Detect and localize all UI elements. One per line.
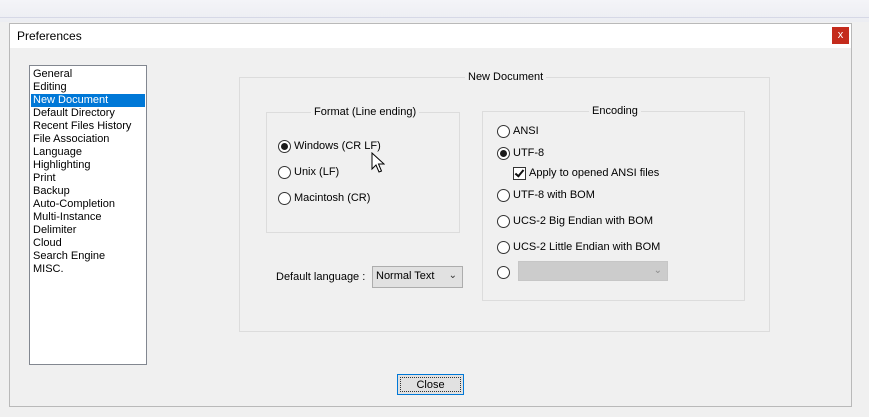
category-item-print[interactable]: Print [31,172,145,185]
encoding-group: Encoding ANSI UTF-8 Apply to opened ANSI… [482,105,745,301]
encoding-option-ucs2-be[interactable]: UCS-2 Big Endian with BOM [497,213,653,229]
encoding-ansi-label: ANSI [513,125,539,137]
encoding-ucs2-le-radio[interactable] [497,240,510,254]
category-list[interactable]: General Editing New Document Default Dir… [29,65,147,365]
category-item-file-association[interactable]: File Association [31,133,145,146]
background-divider [0,17,869,18]
format-group: Format (Line ending) Windows (CR LF) Uni… [266,106,460,233]
category-item-misc[interactable]: MISC. [31,263,145,276]
format-windows-radio[interactable] [278,139,291,153]
chevron-down-icon: ⌄ [653,265,662,276]
title-bar: Preferences x [10,24,851,48]
format-option-windows[interactable]: Windows (CR LF) [278,138,381,154]
format-macintosh-label: Macintosh (CR) [294,192,371,204]
format-macintosh-radio[interactable] [278,191,291,205]
category-item-highlighting[interactable]: Highlighting [31,159,145,172]
encoding-group-title: Encoding [589,105,641,118]
encoding-ansi-radio[interactable] [497,124,510,138]
category-item-auto-completion[interactable]: Auto-Completion [31,198,145,211]
encoding-other-radio[interactable] [497,265,510,279]
default-language-label: Default language : [276,271,366,283]
new-document-group-title: New Document [465,71,547,84]
format-unix-radio[interactable] [278,165,291,179]
category-item-default-directory[interactable]: Default Directory [31,107,145,120]
category-item-cloud[interactable]: Cloud [31,237,145,250]
mouse-cursor-icon [371,152,385,173]
encoding-utf8-bom-label: UTF-8 with BOM [513,189,595,201]
encoding-other-combo: ⌄ [518,261,668,281]
close-window-button[interactable]: x [832,27,849,44]
close-button[interactable]: Close [397,374,464,395]
encoding-ucs2-be-label: UCS-2 Big Endian with BOM [513,215,653,227]
category-item-editing[interactable]: Editing [31,81,145,94]
close-button-label: Close [400,377,461,392]
format-unix-label: Unix (LF) [294,166,340,178]
format-windows-label: Windows (CR LF) [294,140,381,152]
category-item-recent-files-history[interactable]: Recent Files History [31,120,145,133]
encoding-utf8-radio[interactable] [497,146,510,160]
category-item-multi-instance[interactable]: Multi-Instance [31,211,145,224]
encoding-ucs2-be-radio[interactable] [497,214,510,228]
default-language-value: Normal Text [376,270,435,282]
encoding-option-utf8[interactable]: UTF-8 [497,145,544,161]
chevron-down-icon: ⌄ [448,270,457,281]
apply-ansi-checkbox-row[interactable]: Apply to opened ANSI files [513,165,659,181]
category-item-new-document[interactable]: New Document [31,94,145,107]
encoding-utf8-bom-radio[interactable] [497,188,510,202]
encoding-option-utf8-bom[interactable]: UTF-8 with BOM [497,187,595,203]
apply-ansi-label: Apply to opened ANSI files [529,167,660,179]
category-item-delimiter[interactable]: Delimiter [31,224,145,237]
format-group-title: Format (Line ending) [311,106,420,119]
format-option-macintosh[interactable]: Macintosh (CR) [278,190,370,206]
window-title: Preferences [17,29,82,43]
encoding-option-ansi[interactable]: ANSI [497,123,539,139]
background-window-strip [0,0,869,22]
encoding-option-ucs2-le[interactable]: UCS-2 Little Endian with BOM [497,239,660,255]
close-icon: x [837,29,844,41]
category-item-general[interactable]: General [31,68,145,81]
apply-ansi-checkbox[interactable] [513,166,526,180]
encoding-option-other[interactable] [497,264,513,280]
encoding-ucs2-le-label: UCS-2 Little Endian with BOM [513,241,661,253]
default-language-select[interactable]: Normal Text ⌄ [372,266,463,288]
category-item-language[interactable]: Language [31,146,145,159]
category-item-backup[interactable]: Backup [31,185,145,198]
format-option-unix[interactable]: Unix (LF) [278,164,339,180]
category-item-search-engine[interactable]: Search Engine [31,250,145,263]
preferences-dialog: Preferences x General Editing New Docume… [9,23,852,407]
encoding-utf8-label: UTF-8 [513,147,545,159]
